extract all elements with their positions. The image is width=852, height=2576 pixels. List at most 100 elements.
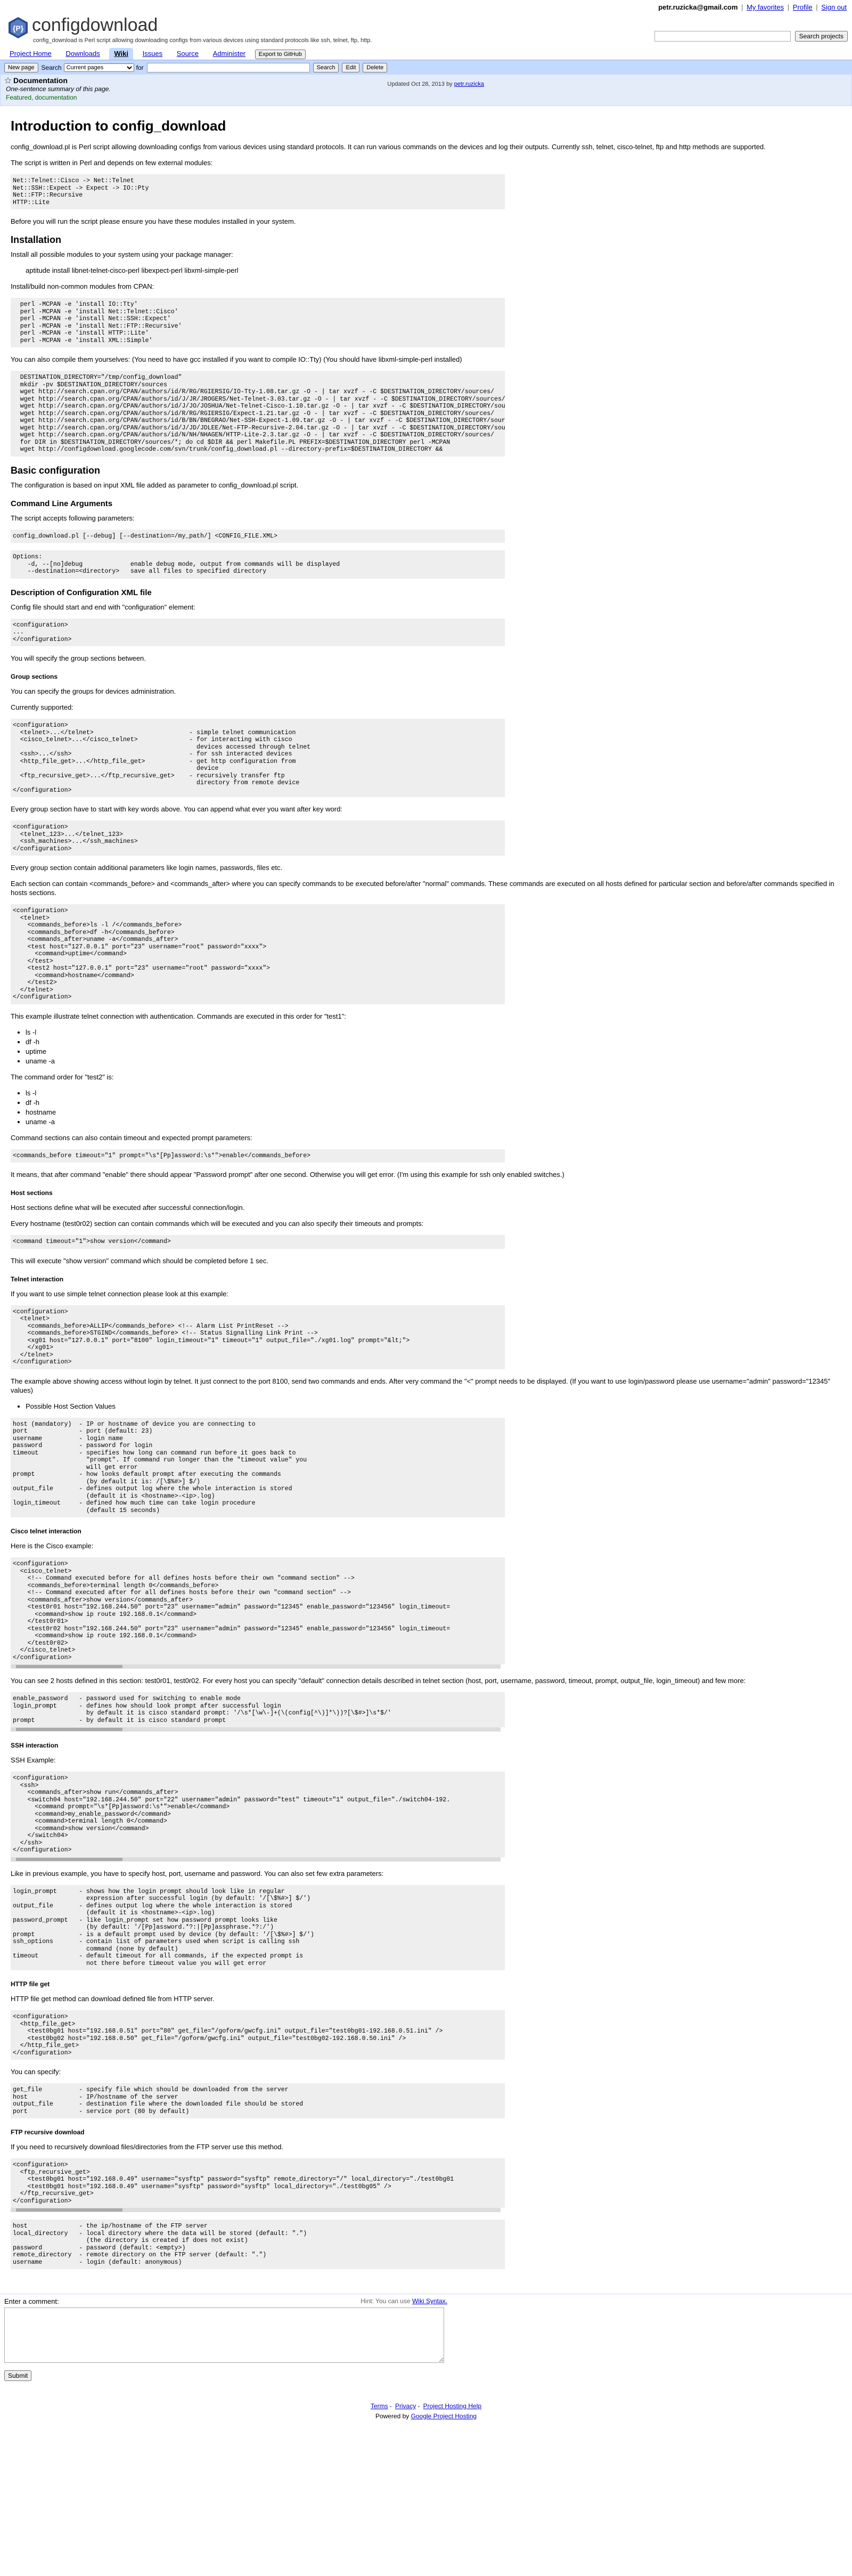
tab-project-home[interactable]: Project Home: [5, 48, 56, 60]
list-item: uname -a: [26, 1057, 841, 1066]
profile-link[interactable]: Profile: [793, 3, 813, 11]
heading-http-file-get: HTTP file get: [11, 1980, 50, 1988]
search-label: Search: [41, 63, 62, 71]
paragraph: Each section can contain <commands_befor…: [11, 880, 834, 897]
heading-basic-configuration: Basic configuration: [11, 465, 101, 476]
wiki-search-button[interactable]: Search: [313, 62, 339, 72]
code-block: enable_password - password used for swit…: [11, 1692, 505, 1727]
code-block: <configuration> <http_file_get> <test0bg…: [11, 2010, 505, 2060]
paragraph: Every group section contain additional p…: [11, 864, 283, 872]
tab-wiki[interactable]: Wiki: [109, 48, 133, 60]
comment-hint: Hint: You can use Wiki Syntax.: [361, 2297, 447, 2305]
code-block: <configuration> ... </configuration>: [11, 618, 505, 646]
paragraph: It means, that after command "enable" th…: [11, 1171, 564, 1179]
list-item: uptime: [26, 1047, 841, 1056]
svg-text:{P}: {P}: [13, 24, 24, 32]
my-favorites-link[interactable]: My favorites: [747, 3, 784, 11]
code-block: login_prompt - shows how the login promp…: [11, 1884, 505, 1970]
search-scope-select[interactable]: Current pages: [63, 63, 134, 72]
tab-downloads[interactable]: Downloads: [61, 48, 104, 60]
code-block: config_download.pl [--debug] [--destinat…: [11, 529, 505, 543]
footer: Terms - Privacy - Project Hosting Help Pow…: [370, 2402, 482, 2420]
tab-administer[interactable]: Administer: [208, 48, 250, 60]
code-block: host - the ip/hostname of the FTP server…: [11, 2220, 505, 2269]
google-project-hosting-link[interactable]: Google Project Hosting: [411, 2412, 477, 2420]
code-block: <configuration> <telnet>...</telnet> - s…: [11, 719, 505, 797]
comment-textarea[interactable]: [4, 2307, 444, 2363]
updated-by-link[interactable]: petr.ruzicka: [454, 81, 484, 87]
code-scrollbar[interactable]: [11, 1664, 501, 1669]
paragraph: The command order for "test2" is:: [11, 1072, 114, 1081]
paragraph: Currently supported:: [11, 703, 73, 711]
code-scrollbar[interactable]: [11, 1857, 501, 1862]
project-search-input[interactable]: [654, 31, 791, 42]
star-icon[interactable]: [5, 77, 11, 84]
heading-ssh-interaction: SSH interaction: [11, 1742, 59, 1749]
paragraph: Every hostname (test0r02) section can co…: [11, 1220, 424, 1228]
page-meta: Documentation One-sentence summary of th…: [0, 75, 852, 106]
list-item: uname -a: [26, 1117, 841, 1126]
code-block: DESTINATION_DIRECTORY="/tmp/config_downl…: [11, 371, 505, 457]
paragraph: You can specify the groups for devices a…: [11, 687, 176, 695]
list-item: ls -l: [26, 1088, 841, 1098]
code-block: <configuration> <cisco_telnet> <!-- Comm…: [11, 1557, 505, 1664]
code-scrollbar[interactable]: [11, 2208, 501, 2212]
code-block: <configuration> <telnet> <commands_befor…: [11, 904, 505, 1004]
paragraph: Install all possible modules to your sys…: [11, 250, 233, 258]
code-block: <configuration> <telnet> <commands_befor…: [11, 1305, 505, 1369]
code-block: host (mandatory) - IP or hostname of dev…: [11, 1417, 505, 1517]
paragraph: Before you will run the script please en…: [11, 217, 296, 225]
code-block: <command timeout="1">show version</comma…: [11, 1235, 505, 1249]
list-item: hostname: [26, 1108, 841, 1117]
project-name: configdownload: [32, 15, 158, 35]
user-email: petr.ruzicka@gmail.com: [658, 3, 738, 11]
new-page-button[interactable]: New page: [4, 62, 38, 72]
help-link[interactable]: Project Hosting Help: [423, 2402, 481, 2410]
paragraph: Config file should start and end with "c…: [11, 603, 195, 611]
paragraph: This will execute "show version" command…: [11, 1256, 268, 1265]
project-summary: config_download is Perl script allowing …: [33, 37, 372, 44]
comment-area: Hint: You can use Wiki Syntax. Enter a c…: [0, 2294, 852, 2384]
paragraph: The configuration is based on input XML …: [11, 481, 299, 489]
sign-out-link[interactable]: Sign out: [821, 3, 847, 11]
heading-installation: Installation: [11, 234, 62, 245]
paragraph: The example above showing access without…: [11, 1377, 831, 1394]
heading-introduction: Introduction to config_download: [11, 118, 226, 134]
paragraph: You can specify:: [11, 2068, 61, 2076]
edit-button[interactable]: Edit: [342, 62, 360, 72]
paragraph: You will specify the group sections betw…: [11, 654, 146, 662]
terms-link[interactable]: Terms: [371, 2402, 388, 2410]
page-updated: Updated Oct 28, 2013 by petr.ruzicka: [387, 81, 484, 87]
privacy-link[interactable]: Privacy: [395, 2402, 416, 2410]
page-labels: Featured, documentation: [6, 94, 77, 101]
export-to-github-button[interactable]: Export to GitHub: [255, 50, 306, 59]
paragraph: If you need to recursively download file…: [11, 2143, 284, 2151]
list-item: df -h: [26, 1098, 841, 1107]
paragraph: Install/build non-common modules from CP…: [11, 282, 154, 290]
list-item: Possible Host Section Values: [26, 1402, 841, 1411]
heading-host-sections: Host sections: [11, 1189, 53, 1197]
code-scrollbar[interactable]: [11, 1727, 501, 1732]
heading-group-sections: Group sections: [11, 673, 58, 680]
code-block: perl -MCPAN -e 'install IO::Tty' perl -M…: [11, 298, 505, 347]
paragraph: Command sections can also contain timeou…: [11, 1133, 252, 1142]
project-search: Search projects: [654, 31, 848, 42]
list-item: ls -l: [26, 1028, 841, 1037]
wiki-syntax-link[interactable]: Wiki Syntax.: [412, 2297, 447, 2305]
page-summary: One-sentence summary of this page.: [6, 85, 111, 93]
paragraph: The script accepts following parameters:: [11, 514, 135, 522]
search-projects-button[interactable]: Search projects: [794, 31, 848, 42]
list: aptitude install libnet-telnet-cisco-per…: [11, 266, 841, 275]
code-block: Net::Telnet::Cisco -> Net::Telnet Net::S…: [11, 174, 505, 209]
paragraph: Host sections define what will be execut…: [11, 1204, 245, 1212]
paragraph: SSH Example:: [11, 1756, 56, 1764]
tab-source[interactable]: Source: [172, 48, 203, 60]
submit-comment-button[interactable]: Submit: [4, 2370, 32, 2381]
paragraph: The script is written in Perl and depend…: [11, 159, 213, 167]
list: Possible Host Section Values: [11, 1402, 841, 1411]
list-item: df -h: [26, 1037, 841, 1046]
heading-xml-description: Description of Configuration XML file: [11, 588, 152, 597]
tab-issues[interactable]: Issues: [138, 48, 168, 60]
delete-button[interactable]: Delete: [363, 62, 388, 72]
wiki-search-input[interactable]: [146, 62, 310, 72]
